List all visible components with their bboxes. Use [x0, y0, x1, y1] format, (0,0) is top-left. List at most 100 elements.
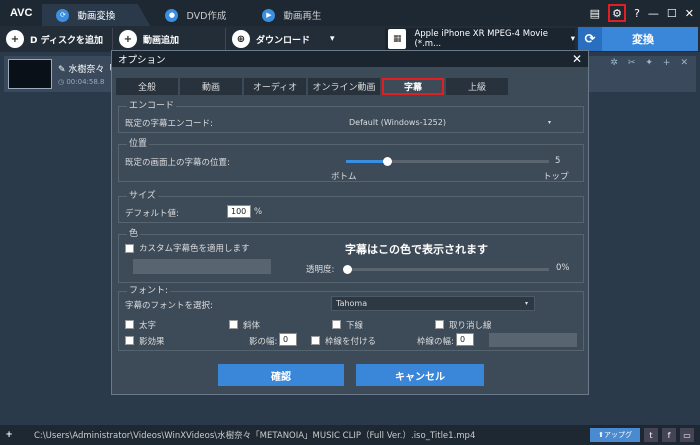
profile-label: Apple iPhone XR MPEG-4 Movie (*.m...	[414, 29, 548, 49]
edit-icon[interactable]: ✎	[58, 65, 66, 75]
position-slider[interactable]	[346, 157, 549, 166]
globe-icon: ⊕	[232, 30, 250, 48]
chevron-down-icon: ▾	[524, 300, 528, 307]
file-info: ✎ 水樹奈々「 ◷ 00:04:58.8	[58, 62, 113, 86]
outline-color-disabled[interactable]	[489, 333, 577, 347]
italic-checkbox[interactable]	[229, 320, 238, 329]
font-select-value: Tahoma	[336, 299, 368, 308]
section-title: サイズ	[127, 191, 158, 202]
download-label: ダウンロード	[256, 35, 311, 46]
tab-label: 動画再生	[283, 11, 322, 22]
section-title: エンコード	[127, 101, 177, 112]
shadow-checkbox[interactable]	[125, 336, 134, 345]
title-bar: AVC ⟳ 動画変換 ● DVD作成 ▶ 動画再生 ▤ ⚙ ? — ☐ ✕	[0, 0, 700, 26]
file-duration-text: 00:04:58.8	[66, 78, 105, 86]
row-actions: ✲ ✂ ✦ + ✕	[610, 58, 688, 68]
upgrade-label: アップグ	[604, 431, 632, 439]
position-min-label: ボトム	[331, 172, 357, 182]
tab-subtitle[interactable]: 字幕	[382, 78, 444, 95]
maximize-button[interactable]: ☐	[667, 7, 677, 20]
close-button[interactable]: ✕	[685, 7, 694, 20]
ok-button[interactable]: 確認	[218, 364, 344, 386]
encode-select[interactable]: Default (Windows-1252) ▾	[345, 115, 557, 129]
encode-label: 既定の字幕エンコード:	[125, 119, 213, 129]
dialog-tabs: 全般 動画 オーディオ オンライン動画 字幕 上級	[116, 78, 508, 95]
upgrade-button[interactable]: ⬆ アップグ	[590, 428, 640, 442]
font-select[interactable]: Tahoma ▾	[331, 296, 535, 311]
file-name-text: 水樹奈々「	[68, 65, 114, 75]
app-logo: AVC	[10, 7, 33, 19]
status-actions: ⬆ アップグ t f ▭	[590, 428, 694, 442]
underline-label: 下線	[346, 321, 364, 331]
color-picker-disabled[interactable]	[133, 259, 271, 274]
outline-width-label: 枠線の幅:	[417, 337, 454, 347]
cancel-button[interactable]: キャンセル	[356, 364, 484, 386]
effects-icon[interactable]: ✦	[645, 58, 653, 68]
add-task-button[interactable]: +	[0, 430, 18, 440]
settings-icon[interactable]: ✲	[610, 58, 618, 68]
shadow-label: 影効果	[139, 337, 165, 347]
section-title: 位置	[127, 139, 150, 150]
position-value: 5	[555, 156, 561, 166]
position-section: 位置 既定の画面上の字幕の位置: 5 ボトム トップ	[118, 139, 584, 182]
tab-advanced[interactable]: 上級	[446, 78, 508, 95]
strike-checkbox[interactable]	[435, 320, 444, 329]
opacity-slider[interactable]	[343, 265, 549, 274]
refresh-icon: ⟳	[578, 27, 602, 51]
log-icon[interactable]: ▤	[590, 7, 600, 20]
position-label: 既定の画面上の字幕の位置:	[125, 158, 230, 168]
font-section: フォント: 字幕のフォントを選択: Tahoma ▾ 太字 斜体 下線 取り消し…	[118, 286, 584, 351]
tab-audio[interactable]: オーディオ	[244, 78, 306, 95]
output-path: C:\Users\Administrator\Videos\WinXVideos…	[34, 431, 476, 441]
add-icon[interactable]: +	[663, 58, 671, 68]
file-name: ✎ 水樹奈々「	[58, 62, 113, 75]
color-section: 色 カスタム字幕色を適用します 字幕はこの色で表示されます 透明度: 0%	[118, 229, 584, 283]
minimize-button[interactable]: —	[648, 7, 659, 20]
disc-icon: ●	[165, 8, 179, 22]
scissors-icon[interactable]: ✂	[628, 58, 636, 68]
facebook-icon[interactable]: f	[662, 428, 676, 442]
size-input[interactable]: 100	[227, 205, 251, 218]
bold-checkbox[interactable]	[125, 320, 134, 329]
size-unit: %	[254, 207, 263, 217]
tab-online-video[interactable]: オンライン動画	[308, 78, 380, 95]
convert-label: 変換	[632, 33, 654, 46]
add-disc-button[interactable]: + D ディスクを追加	[0, 28, 112, 50]
position-slider-fill	[346, 160, 387, 163]
position-slider-knob[interactable]	[382, 157, 392, 166]
gear-icon[interactable]: ⚙	[608, 4, 627, 22]
chevron-down-icon: ▾	[547, 118, 551, 126]
underline-checkbox[interactable]	[332, 320, 341, 329]
video-thumbnail[interactable]	[8, 59, 52, 89]
convert-button[interactable]: ⟳ 変換	[578, 27, 698, 51]
tab-video[interactable]: 動画	[180, 78, 242, 95]
tab-label: DVD作成	[186, 11, 227, 22]
twitter-icon[interactable]: t	[644, 428, 658, 442]
italic-label: 斜体	[243, 321, 261, 331]
shadow-width-label: 影の幅:	[249, 337, 278, 347]
dialog-close-button[interactable]: ✕	[572, 52, 582, 66]
opacity-label: 透明度:	[306, 265, 335, 275]
clock-icon: ◷	[58, 78, 65, 86]
opacity-value: 0%	[556, 263, 570, 273]
status-bar: + C:\Users\Administrator\Videos\WinXVide…	[0, 425, 700, 445]
section-title: 色	[127, 229, 141, 240]
tab-video-play[interactable]: ▶ 動画再生	[248, 4, 343, 26]
custom-color-checkbox[interactable]	[125, 244, 134, 253]
folder-icon[interactable]: ▭	[680, 428, 694, 442]
remove-icon[interactable]: ✕	[680, 58, 688, 68]
output-profile-select[interactable]: ▦ Apple iPhone XR MPEG-4 Movie (*.m... ▾	[385, 28, 575, 50]
outline-label: 枠線を付ける	[325, 337, 377, 347]
outline-checkbox[interactable]	[311, 336, 320, 345]
film-add-icon: +	[119, 30, 137, 48]
tab-dvd-create[interactable]: ● DVD作成	[151, 4, 248, 26]
shadow-width-input[interactable]: 0	[279, 333, 297, 346]
tab-general[interactable]: 全般	[116, 78, 178, 95]
tab-video-convert[interactable]: ⟳ 動画変換	[42, 4, 138, 26]
add-video-button[interactable]: + 動画追加	[113, 28, 225, 50]
opacity-slider-knob[interactable]	[343, 265, 352, 274]
options-dialog: オプション ✕ 全般 動画 オーディオ オンライン動画 字幕 上級 エンコード …	[111, 50, 589, 395]
outline-width-input[interactable]: 0	[456, 333, 474, 346]
download-button[interactable]: ⊕ ダウンロード ▾	[226, 28, 352, 50]
help-button[interactable]: ?	[634, 7, 640, 20]
